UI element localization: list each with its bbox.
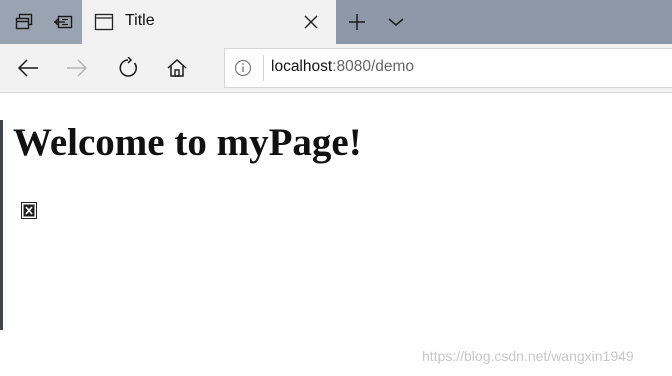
new-tab-button[interactable] [338,0,376,44]
address-separator [263,55,264,81]
url-text[interactable]: localhost:8080/demo [271,58,414,76]
info-icon[interactable] [234,59,252,82]
tab-bar: Title [0,0,672,44]
close-icon[interactable] [302,13,320,31]
back-button[interactable] [13,54,43,82]
forward-arrow-icon [67,59,88,77]
tab-title-label: Title [125,12,155,29]
tab-preview-icon [15,13,33,30]
plus-icon [349,14,365,30]
set-tabs-aside-button[interactable] [43,0,83,44]
window-edge [0,120,3,330]
url-path: :8080/demo [332,58,415,75]
set-tabs-aside-icon [54,15,73,29]
forward-button[interactable] [62,54,92,82]
broken-image-icon [21,202,37,219]
address-bar[interactable]: localhost:8080/demo [224,48,672,88]
navigation-bar: localhost:8080/demo [0,44,672,93]
chevron-down-icon [388,18,404,26]
page-heading: Welcome to myPage! [13,121,362,164]
url-host: localhost [271,58,333,75]
tab-preview-button[interactable] [4,0,44,44]
tab-list-button[interactable] [378,0,414,44]
home-icon [167,58,187,77]
tab-title[interactable]: Title [82,0,336,44]
home-button[interactable] [162,54,192,82]
page-icon [94,13,114,36]
refresh-button[interactable] [113,54,143,82]
watermark: https://blog.csdn.net/wangxin1949 [422,348,634,364]
refresh-icon [119,57,137,77]
back-arrow-icon [17,59,38,77]
